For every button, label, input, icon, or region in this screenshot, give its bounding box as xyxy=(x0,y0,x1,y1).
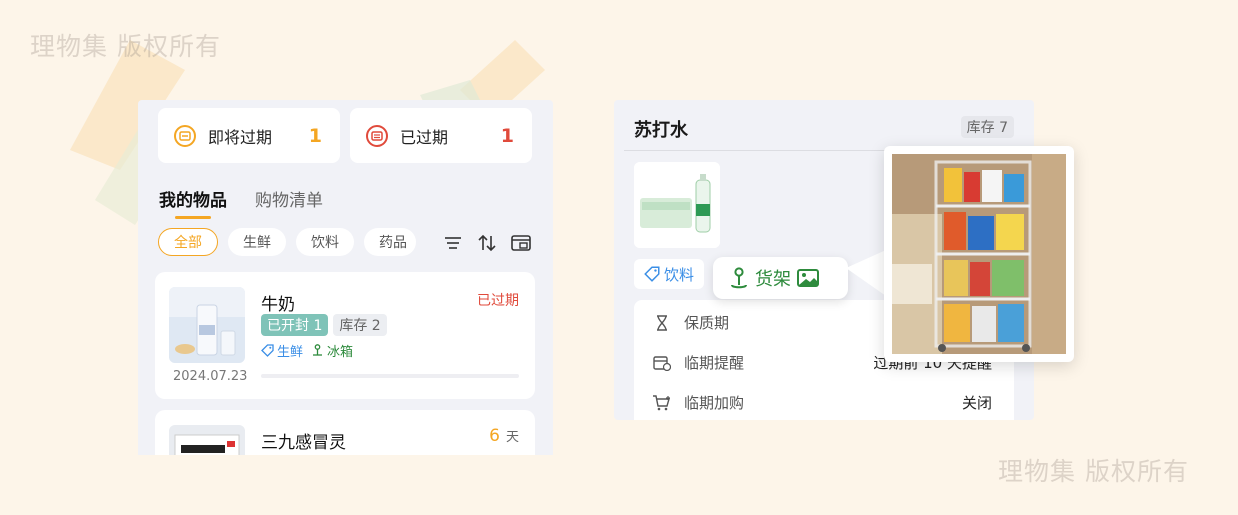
detail-category-label: 饮料 xyxy=(664,265,695,284)
photo-callout-pointer xyxy=(846,250,886,296)
image-icon[interactable] xyxy=(797,269,819,287)
expiry-reminder-row[interactable]: 临期提醒 xyxy=(652,352,744,373)
expiring-soon-count: 1 xyxy=(308,124,322,147)
medicine-thumbnail xyxy=(169,425,245,455)
auto-restock-value: 关闭 xyxy=(961,394,992,412)
location-pin-icon xyxy=(313,344,323,356)
expiry-reminder-label: 临期提醒 xyxy=(684,354,745,372)
main-tabs: 我的物品 购物清单 xyxy=(159,186,323,211)
chip-drinks[interactable]: 饮料 xyxy=(296,228,354,256)
expired-label: 已过期 xyxy=(400,127,449,147)
expiring-soon-card[interactable]: 即将过期 1 xyxy=(158,108,340,163)
shelf-life-label: 保质期 xyxy=(684,314,730,332)
shelf-photo xyxy=(892,154,1066,354)
item-category: 生鲜 xyxy=(261,341,303,360)
location-photo-card[interactable] xyxy=(884,146,1074,362)
item-days-left: 6 天 xyxy=(489,426,519,446)
item-tags: 已开封 1 库存 2 xyxy=(261,314,387,336)
chip-medicine[interactable]: 药品 xyxy=(364,228,416,256)
detail-stock-badge: 库存 7 xyxy=(960,116,1014,138)
soda-thumbnail[interactable] xyxy=(634,162,720,248)
expiring-soon-label: 即将过期 xyxy=(208,127,273,147)
detail-title: 苏打水 xyxy=(634,120,688,141)
watermark-bottom-right: 理物集 版权所有 xyxy=(998,457,1189,486)
item-status: 已过期 xyxy=(477,293,519,309)
calendar-expired-icon xyxy=(366,124,388,147)
item-name: 三九感冒灵 xyxy=(261,433,346,453)
list-toolbar xyxy=(442,232,532,254)
chip-fresh[interactable]: 生鲜 xyxy=(228,228,286,256)
item-card[interactable]: 三九感冒灵 6 天 xyxy=(155,410,535,455)
auto-restock-row[interactable]: 临期加购 xyxy=(652,392,744,413)
location-pin-icon xyxy=(731,267,747,289)
item-category-label: 生鲜 xyxy=(277,345,304,360)
item-days-unit: 天 xyxy=(505,430,519,445)
item-days-value: 6 xyxy=(489,426,500,446)
expired-count: 1 xyxy=(500,124,514,147)
freshness-progress xyxy=(261,374,519,378)
opened-badge: 已开封 1 xyxy=(261,314,329,336)
shelf-life-row[interactable]: 保质期 xyxy=(652,312,729,333)
stock-badge: 库存 2 xyxy=(333,314,387,336)
tab-my-items[interactable]: 我的物品 xyxy=(159,186,227,211)
hourglass-icon xyxy=(652,314,672,331)
watermark-top-left: 理物集 版权所有 xyxy=(30,32,221,61)
item-date: 2024.07.23 xyxy=(173,369,248,384)
category-filter: 全部 生鲜 饮料 药品 xyxy=(158,228,416,256)
tag-icon xyxy=(644,266,660,282)
filter-icon[interactable] xyxy=(442,232,464,254)
calendar-warning-icon xyxy=(174,124,196,147)
tag-icon xyxy=(261,344,274,357)
chip-all[interactable]: 全部 xyxy=(158,228,218,256)
layout-icon[interactable] xyxy=(510,232,532,254)
item-location-label: 冰箱 xyxy=(327,345,354,360)
cart-add-icon xyxy=(652,394,672,411)
item-location: 冰箱 xyxy=(311,341,353,360)
sort-icon[interactable] xyxy=(476,232,498,254)
milk-thumbnail xyxy=(169,287,245,363)
location-label: 货架 xyxy=(755,269,791,290)
location-chip[interactable]: 货架 xyxy=(713,257,848,299)
item-card[interactable]: 牛奶 已过期 已开封 1 库存 2 生鲜 冰箱 2024.07.23 xyxy=(155,272,535,399)
auto-restock-label: 临期加购 xyxy=(684,394,745,412)
expired-card[interactable]: 已过期 1 xyxy=(350,108,532,163)
inventory-panel: 即将过期 1 已过期 1 我的物品 购物清单 全部 生鲜 饮料 药品 牛奶 已过… xyxy=(138,100,553,455)
calendar-reminder-icon xyxy=(652,355,672,371)
item-name: 牛奶 xyxy=(261,295,295,315)
item-meta: 生鲜 冰箱 xyxy=(261,341,353,360)
detail-category-tag[interactable]: 饮料 xyxy=(634,259,705,289)
tab-shopping-list[interactable]: 购物清单 xyxy=(255,186,323,211)
